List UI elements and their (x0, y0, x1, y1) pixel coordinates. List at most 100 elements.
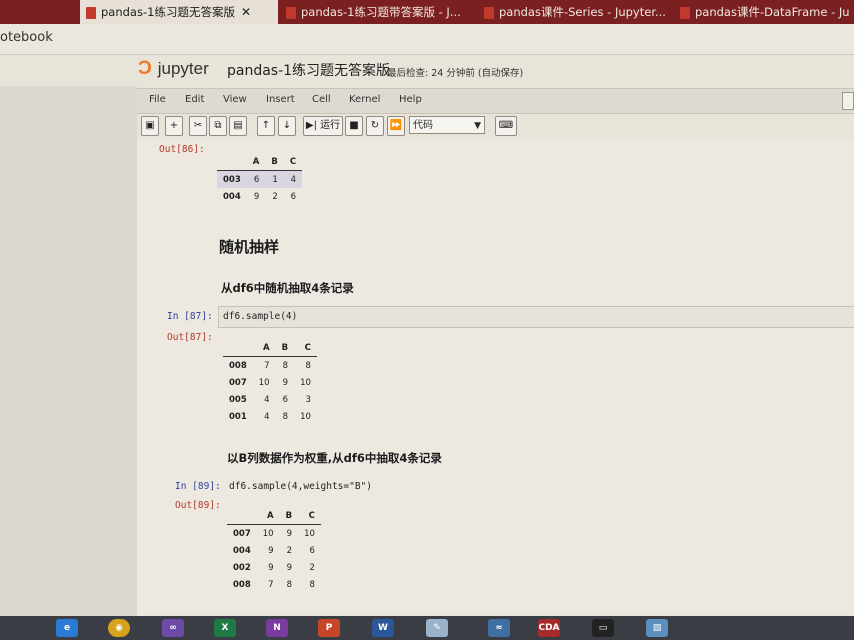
run-icon: ▶| (305, 120, 317, 131)
section-heading: 随机抽样 (219, 238, 280, 256)
table-cell: 4 (264, 394, 270, 405)
cell-type-value: 代码 (413, 120, 433, 131)
photo-icon[interactable]: ▨ (646, 619, 668, 637)
vs-icon[interactable]: ∞ (162, 619, 184, 637)
table-row: 002 9 9 2 (227, 559, 321, 576)
table-cell: 9 (286, 562, 293, 573)
table-cell: 7 (264, 360, 270, 371)
menu-file[interactable]: File (149, 94, 166, 105)
address-bar[interactable]: otebook (0, 24, 854, 55)
table-row: 004 9 2 6 (227, 542, 321, 559)
checkpoint-status: 最后检查: 24 分钟前 (自动保存) (387, 68, 524, 79)
word-icon[interactable]: W (372, 619, 394, 637)
row-index: 004 (223, 191, 241, 202)
browser-tab-bar: pandas-1练习题无答案版 ✕ pandas-1练习题带答案版 - J... … (0, 0, 854, 24)
input-prompt: In [87]: (167, 311, 213, 322)
output-prompt: Out[87]: (167, 332, 213, 343)
jupyter-logo[interactable]: Ͻjupyter (138, 58, 209, 80)
column-header: B (279, 507, 299, 525)
plus-icon[interactable]: + (165, 116, 183, 136)
keyboard-icon[interactable]: ⌨ (495, 116, 517, 136)
table-cell: 2 (272, 191, 278, 202)
run-button[interactable]: ▶| 运行 (303, 116, 343, 136)
row-index: 007 (233, 528, 251, 539)
code-input-cell[interactable]: df6.sample(4,weights="B") (225, 476, 854, 498)
row-index: 004 (233, 545, 251, 556)
menu-edit[interactable]: Edit (185, 94, 204, 105)
index-header (223, 339, 253, 357)
cda-icon[interactable]: CDA (538, 619, 560, 637)
input-prompt: In [89]: (175, 481, 221, 492)
close-icon[interactable]: ✕ (241, 5, 251, 19)
page-icon (86, 6, 96, 19)
table-row: 007 10 9 10 (223, 374, 317, 391)
table-cell: 2 (286, 545, 293, 556)
chevron-down-icon: ▼ (474, 121, 481, 131)
browser-tab-2[interactable]: pandas-1练习题带答案版 - J... (280, 0, 476, 24)
browser-tab-3[interactable]: pandas课件-Series - Jupyter... (478, 0, 672, 24)
powerpoint-icon[interactable]: P (318, 619, 340, 637)
column-header: A (256, 507, 280, 525)
dataframe-table: A B C 007 10 9 10 004 9 2 6 002 9 9 2 00… (227, 507, 321, 593)
save-icon[interactable]: ▣ (141, 116, 159, 136)
table-cell: 7 (268, 579, 274, 590)
menu-insert[interactable]: Insert (266, 94, 295, 105)
menu-view[interactable]: View (223, 94, 247, 105)
network-icon[interactable]: ≈ (488, 619, 510, 637)
column-header: B (265, 153, 284, 171)
menu-help[interactable]: Help (399, 94, 422, 105)
row-index: 003 (223, 174, 241, 185)
excel-icon[interactable]: X (214, 619, 236, 637)
kernel-indicator-icon (842, 92, 854, 110)
output-prompt: Out[89]: (175, 500, 221, 511)
table-cell: 9 (268, 562, 274, 573)
code-input-cell[interactable]: df6.sample(4) (218, 306, 854, 328)
dataframe-table: A B C 003 6 1 4 004 9 2 6 (217, 153, 303, 205)
run-label: 运行 (320, 120, 341, 131)
notebook-toolbar: ▣ + ✂ ⧉ ▤ ↑ ↓ ▶| 运行 ■ ↻ ⏩ 代码 ▼ ⌨ (137, 114, 854, 138)
table-cell: 10 (262, 528, 274, 539)
table-cell: 9 (286, 528, 293, 539)
terminal-icon[interactable]: ▭ (592, 619, 614, 637)
table-cell: 8 (282, 360, 289, 371)
column-header: C (283, 153, 303, 171)
browser-tab-4[interactable]: pandas课件-DataFrame - Ju (674, 0, 854, 24)
menu-kernel[interactable]: Kernel (349, 94, 380, 105)
code-text: df6.sample(4,weights="B") (229, 481, 372, 492)
row-index: 001 (229, 411, 247, 422)
page-icon (286, 6, 296, 19)
fast-forward-icon[interactable]: ⏩ (387, 116, 405, 136)
table-cell: 8 (286, 579, 293, 590)
page-icon (680, 6, 690, 19)
paint-icon[interactable]: ✎ (426, 619, 448, 637)
onenote-icon[interactable]: N (266, 619, 288, 637)
ie-icon[interactable]: e (56, 619, 78, 637)
table-cell: 8 (305, 360, 311, 371)
copy-icon[interactable]: ⧉ (209, 116, 227, 136)
table-row: 003 6 1 4 (217, 170, 303, 188)
browser-tab-1[interactable]: pandas-1练习题无答案版 ✕ (80, 0, 278, 24)
paste-icon[interactable]: ▤ (229, 116, 247, 136)
page-margin (0, 86, 137, 616)
table-cell: 3 (305, 394, 311, 405)
arrow-up-icon[interactable]: ↑ (257, 116, 275, 136)
page-icon (484, 6, 494, 19)
table-row: 004 9 2 6 (217, 188, 302, 205)
sub-heading: 从df6中随机抽取4条记录 (221, 281, 354, 295)
jupyter-logo-text: jupyter (157, 59, 209, 78)
stop-icon[interactable]: ■ (345, 116, 363, 136)
restart-icon[interactable]: ↻ (366, 116, 384, 136)
notebook-content: Out[86]: A B C 003 6 1 4 004 9 2 6 随机抽样 … (137, 140, 854, 615)
arrow-down-icon[interactable]: ↓ (278, 116, 296, 136)
output-prompt: Out[86]: (159, 144, 205, 155)
scissors-icon[interactable]: ✂ (189, 116, 207, 136)
table-cell: 9 (282, 377, 289, 388)
table-cell: 1 (272, 174, 278, 185)
row-index: 002 (233, 562, 251, 573)
dataframe-table: A B C 008 7 8 8 007 10 9 10 005 4 6 3 00… (223, 339, 317, 425)
column-header: A (246, 153, 266, 171)
menu-cell[interactable]: Cell (312, 94, 331, 105)
cell-type-select[interactable]: 代码 ▼ (409, 116, 485, 134)
chrome-icon[interactable]: ◉ (108, 619, 130, 637)
notebook-title[interactable]: pandas-1练习题无答案版 (227, 60, 390, 80)
